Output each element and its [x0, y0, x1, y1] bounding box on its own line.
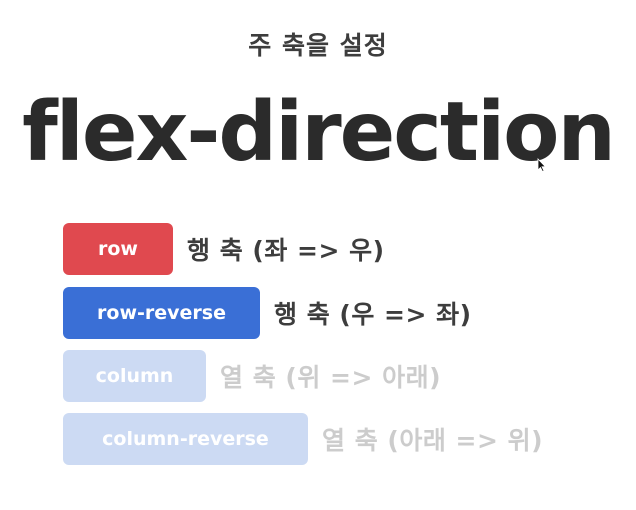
value-description-column: 열 축 (위 => 아래) [220, 363, 442, 392]
value-description-column-reverse: 열 축 (아래 => 위) [322, 426, 544, 455]
mouse-cursor-icon [537, 158, 547, 172]
direction-item-row: row 행 축 (좌 => 우) [63, 223, 385, 275]
value-badge-row-reverse: row-reverse [63, 287, 260, 339]
value-badge-row: row [63, 223, 173, 275]
value-description-row-reverse: 행 축 (우 => 좌) [274, 300, 472, 329]
direction-item-column-reverse: column-reverse 열 축 (아래 => 위) [63, 413, 543, 465]
direction-item-row-reverse: row-reverse 행 축 (우 => 좌) [63, 287, 472, 339]
direction-item-column: column 열 축 (위 => 아래) [63, 350, 441, 402]
value-description-row: 행 축 (좌 => 우) [187, 236, 385, 265]
slide-subtitle: 주 축을 설정 [248, 31, 388, 60]
value-badge-column-reverse: column-reverse [63, 413, 308, 465]
value-badge-column: column [63, 350, 206, 402]
